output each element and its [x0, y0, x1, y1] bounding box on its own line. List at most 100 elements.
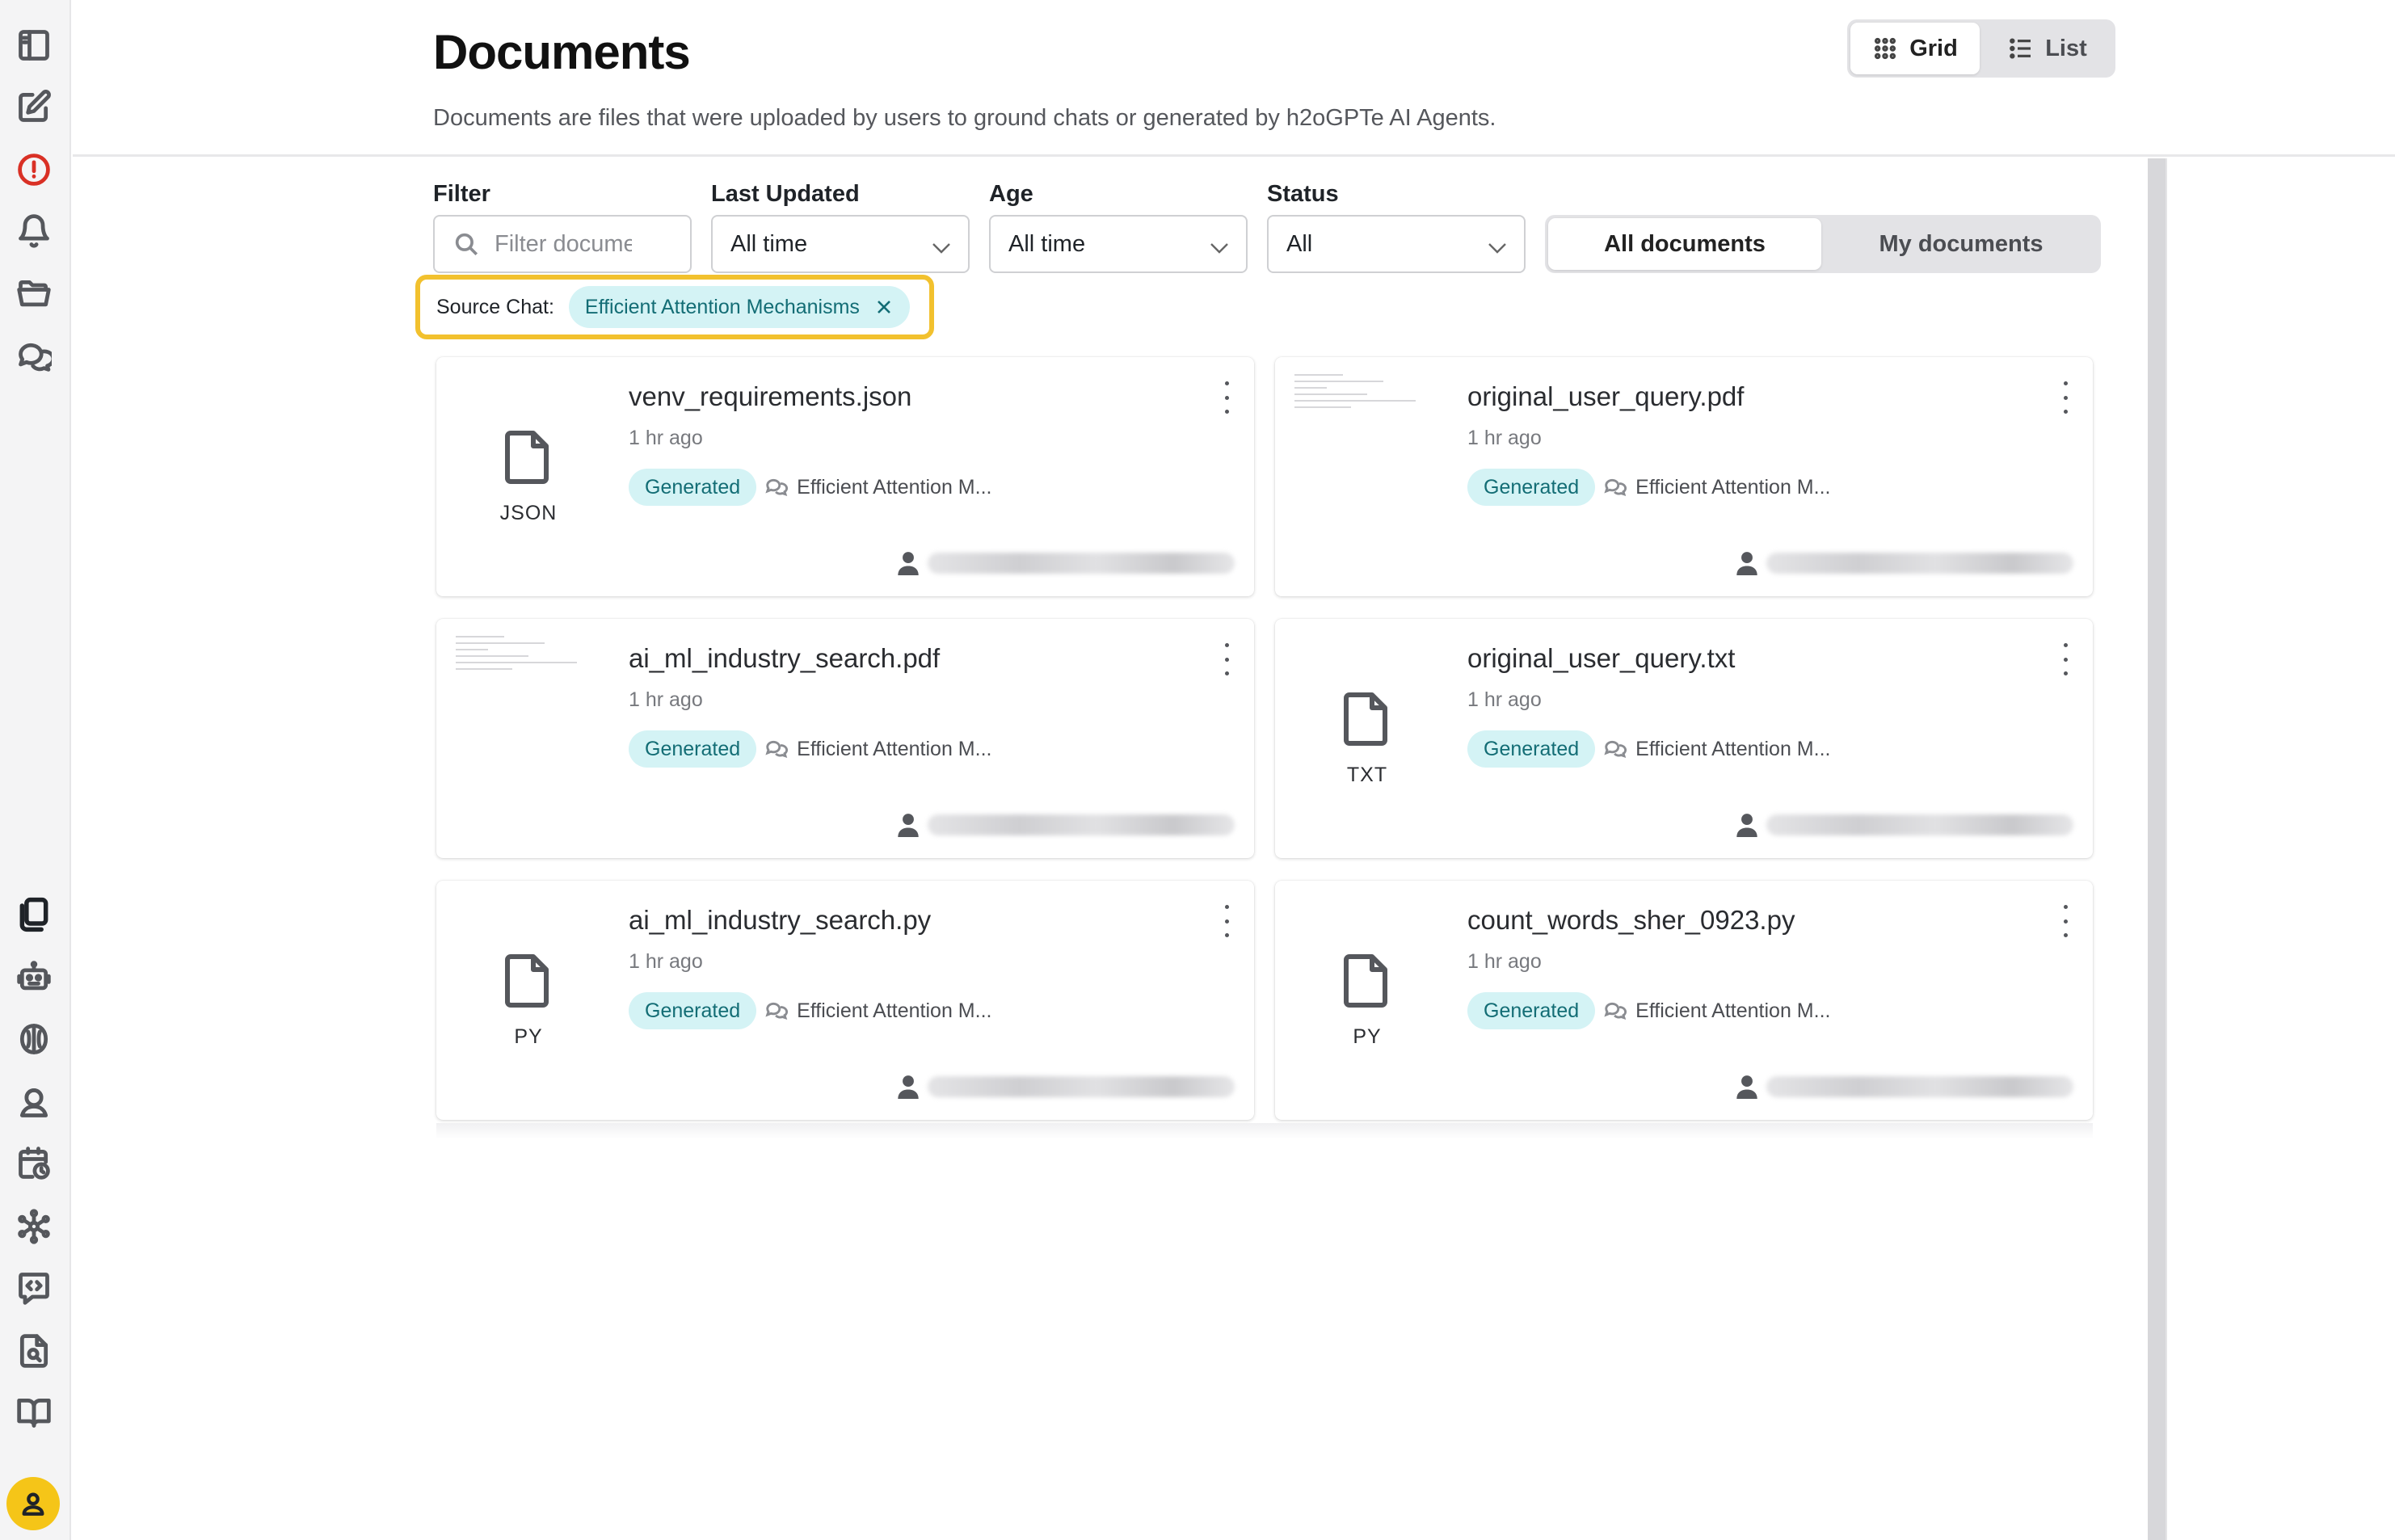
person-icon: [898, 552, 919, 575]
document-name[interactable]: original_user_query.txt: [1467, 643, 1735, 674]
document-name[interactable]: ai_ml_industry_search.py: [629, 905, 931, 936]
last-updated-select[interactable]: All time: [711, 215, 970, 273]
document-time: 1 hr ago: [1467, 688, 1542, 711]
document-card[interactable]: PY count_words_sher_0923.py 1 hr ago Genera…: [1275, 881, 2093, 1120]
person-icon: [1736, 814, 1757, 837]
source-chat-link[interactable]: Efficient Attention M...: [1635, 738, 1830, 761]
document-meta: Generated Efficient Attention M...: [629, 469, 991, 506]
user-icon: [22, 1492, 44, 1516]
source-chat-link[interactable]: Efficient Attention M...: [797, 738, 991, 761]
file-icon: [504, 428, 553, 490]
owner-email-redacted: [928, 814, 1235, 835]
document-time: 1 hr ago: [1467, 950, 1542, 973]
more-options-icon[interactable]: [2060, 905, 2070, 937]
chevron-down-icon: [931, 236, 952, 254]
status-badge: Generated: [629, 469, 757, 506]
support-icon[interactable]: [13, 1081, 55, 1123]
filter-field: [433, 215, 692, 273]
agents-icon[interactable]: [13, 957, 55, 999]
view-toggle: Grid List: [1847, 19, 2115, 78]
document-name[interactable]: ai_ml_industry_search.pdf: [629, 643, 940, 674]
new-chat-icon[interactable]: [13, 86, 55, 128]
filter-input[interactable]: [495, 230, 632, 258]
document-owner: [1736, 551, 2073, 575]
document-thumbnail: JSON: [448, 367, 609, 587]
user-avatar[interactable]: [6, 1477, 60, 1530]
age-label: Age: [989, 181, 1033, 207]
source-chat-link[interactable]: Efficient Attention M...: [1635, 476, 1830, 499]
search-document-icon[interactable]: [13, 1330, 55, 1372]
grid-icon: [1875, 37, 1896, 60]
my-documents-button[interactable]: My documents: [1825, 218, 2098, 270]
document-card[interactable]: original_user_query.pdf 1 hr ago Generated…: [1275, 357, 2093, 596]
document-owner: [897, 1075, 1235, 1099]
page-description: Documents are files that were uploaded b…: [433, 105, 1496, 131]
close-icon[interactable]: [874, 297, 894, 317]
last-updated-value: All time: [730, 230, 808, 257]
chevron-down-icon: [1209, 236, 1230, 254]
document-card[interactable]: JSON venv_requirements.json 1 hr ago Genera…: [436, 357, 1254, 596]
document-preview: [1286, 367, 1448, 587]
grid-view-button[interactable]: Grid: [1850, 23, 1980, 74]
alert-icon[interactable]: [13, 149, 55, 191]
file-extension: PY: [514, 1025, 543, 1048]
status-select[interactable]: All: [1267, 215, 1526, 273]
document-name[interactable]: venv_requirements.json: [629, 381, 911, 412]
document-owner: [897, 551, 1235, 575]
book-icon[interactable]: [13, 1391, 55, 1433]
list-view-label: List: [2045, 35, 2087, 61]
chat-icon: [1604, 1002, 1627, 1020]
document-meta: Generated Efficient Attention M...: [1467, 992, 1830, 1029]
document-card[interactable]: ai_ml_industry_search.pdf 1 hr ago Generat…: [436, 619, 1254, 858]
models-icon[interactable]: [13, 1018, 55, 1060]
more-options-icon[interactable]: [1222, 381, 1231, 414]
document-card[interactable]: TXT original_user_query.txt 1 hr ago Genera…: [1275, 619, 2093, 858]
status-badge: Generated: [1467, 992, 1596, 1029]
document-meta: Generated Efficient Attention M...: [629, 730, 991, 768]
grid-view-label: Grid: [1909, 35, 1958, 61]
document-card[interactable]: PY ai_ml_industry_search.py 1 hr ago Genera…: [436, 881, 1254, 1120]
schedule-icon[interactable]: [13, 1142, 55, 1184]
owner-email-redacted: [928, 553, 1235, 574]
document-meta: Generated Efficient Attention M...: [629, 992, 991, 1029]
scrollbar[interactable]: [2148, 158, 2166, 1540]
documents-icon[interactable]: [13, 894, 55, 936]
owner-email-redacted: [1766, 1076, 2073, 1097]
list-icon: [2010, 38, 2031, 59]
chat-icon: [1604, 478, 1627, 497]
document-owner: [897, 813, 1235, 837]
list-view-button[interactable]: List: [1983, 23, 2112, 74]
folder-icon[interactable]: [13, 273, 55, 315]
source-chat-link[interactable]: Efficient Attention M...: [797, 476, 991, 499]
owner-email-redacted: [928, 1076, 1235, 1097]
source-chat-link[interactable]: Efficient Attention M...: [1635, 999, 1830, 1023]
more-options-icon[interactable]: [2060, 643, 2070, 675]
document-owner: [1736, 813, 2073, 837]
document-thumbnail: PY: [1286, 890, 1448, 1110]
notifications-icon[interactable]: [13, 210, 55, 252]
status-badge: Generated: [1467, 730, 1596, 768]
source-chat-link[interactable]: Efficient Attention M...: [797, 999, 991, 1023]
network-icon[interactable]: [13, 1205, 55, 1248]
owner-email-redacted: [1766, 814, 2073, 835]
document-name[interactable]: original_user_query.pdf: [1467, 381, 1744, 412]
search-icon: [455, 233, 478, 256]
status-badge: Generated: [629, 992, 757, 1029]
code-icon[interactable]: [13, 1267, 55, 1309]
more-options-icon[interactable]: [1222, 905, 1231, 937]
chat-icon: [765, 740, 789, 759]
sidebar-toggle-icon[interactable]: [13, 24, 55, 66]
source-chat-label: Source Chat:: [436, 295, 554, 318]
source-chat-chip-label: Efficient Attention Mechanisms: [584, 295, 860, 318]
document-owner: [1736, 1075, 2073, 1099]
more-options-icon[interactable]: [2060, 381, 2070, 414]
age-select[interactable]: All time: [989, 215, 1248, 273]
document-preview: [448, 629, 609, 848]
more-options-icon[interactable]: [1222, 643, 1231, 675]
source-chat-chip[interactable]: Efficient Attention Mechanisms: [568, 286, 910, 328]
document-name[interactable]: count_words_sher_0923.py: [1467, 905, 1795, 936]
document-thumbnail: TXT: [1286, 629, 1448, 848]
file-icon: [1343, 952, 1391, 1014]
all-documents-button[interactable]: All documents: [1548, 218, 1821, 270]
chats-icon[interactable]: [13, 335, 55, 377]
